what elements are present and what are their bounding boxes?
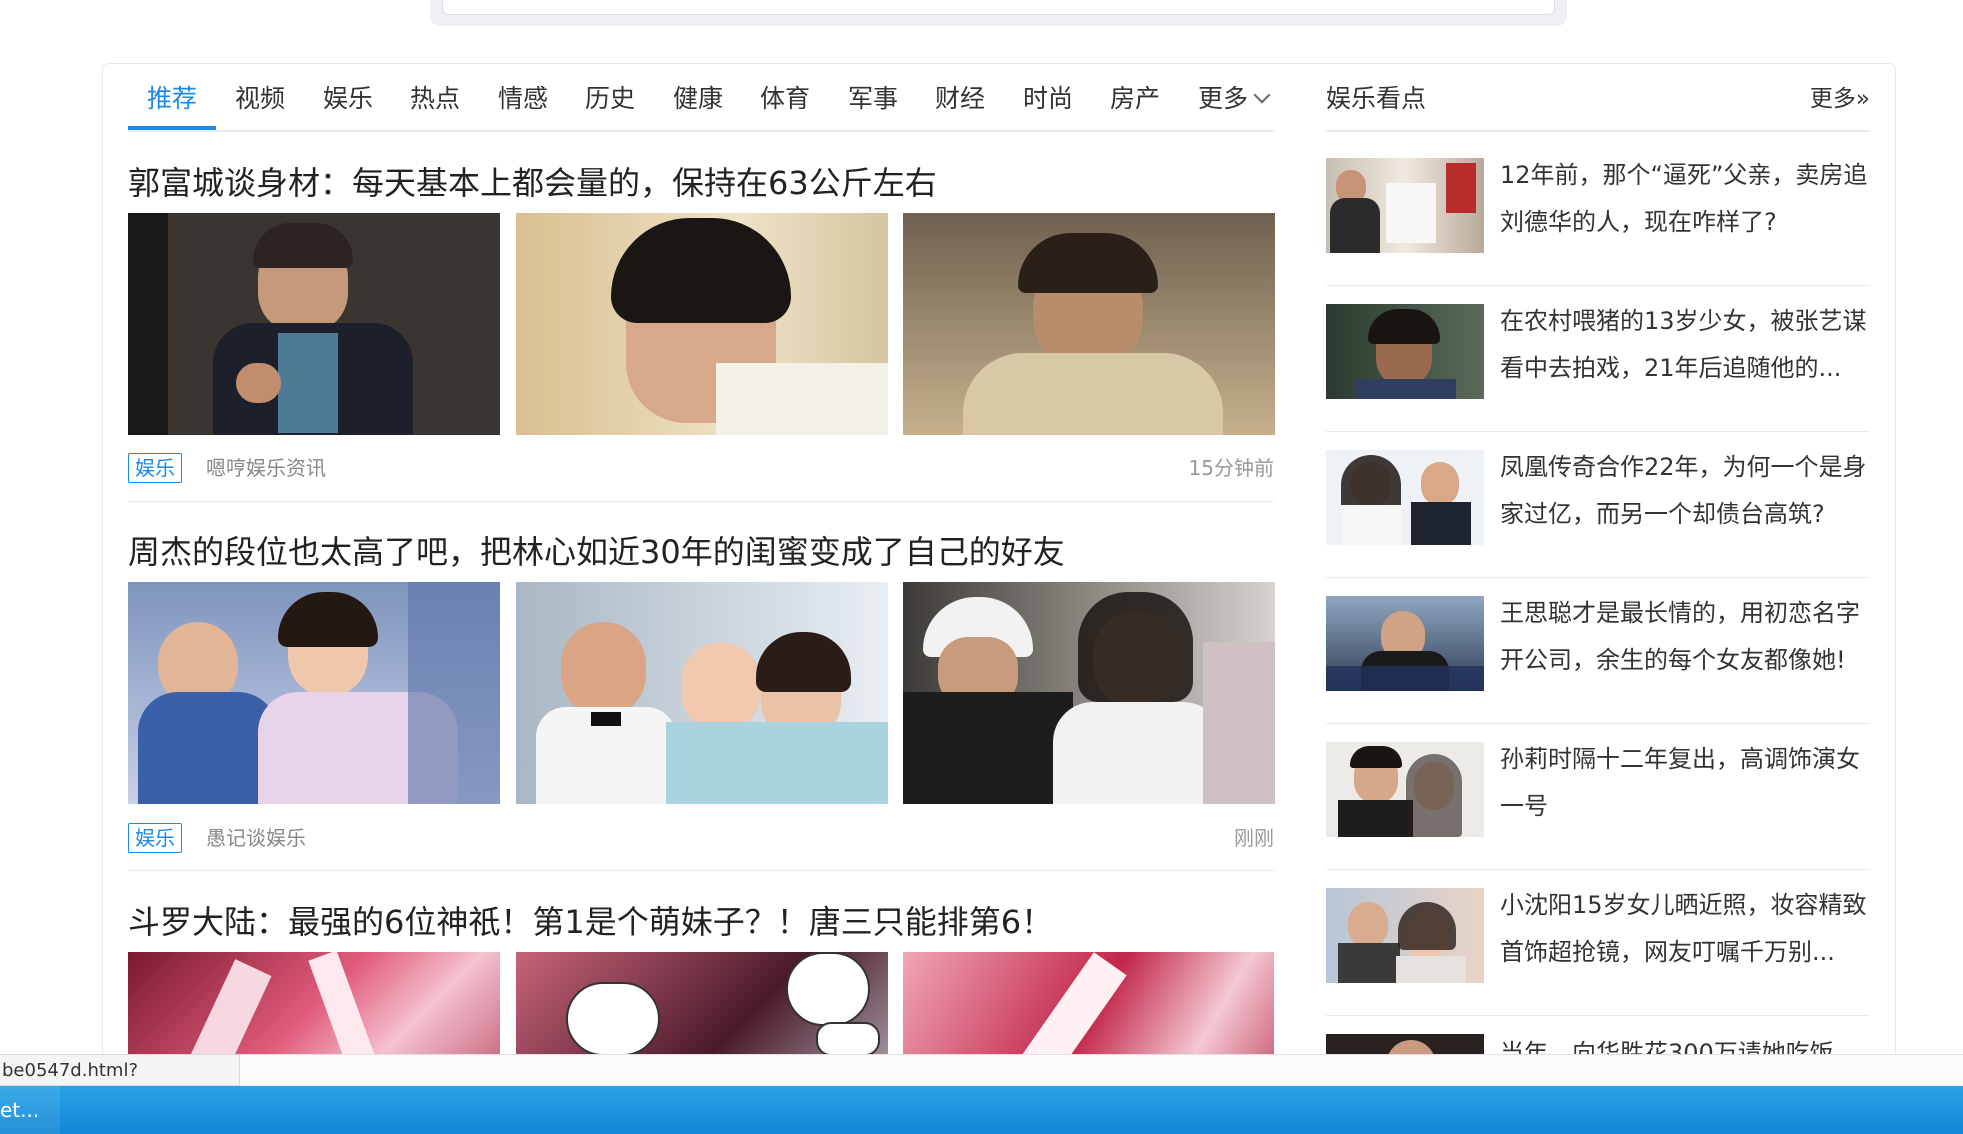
category-tag[interactable]: 娱乐 [128, 453, 182, 483]
news-thumbnail [1326, 304, 1484, 399]
article-title[interactable]: 周杰的段位也太高了吧，把林心如近30年的闺蜜变成了自己的好友 [128, 527, 1065, 573]
sidebar-news-item[interactable]: 小沈阳15岁女儿晒近照，妆容精致首饰超抢镜，网友叮嘱千万别... [1326, 870, 1870, 1016]
news-headline: 王思聪才是最长情的，用初恋名字开公司，余生的每个女友都像她! [1500, 599, 1860, 674]
article-time: 15分钟前 [1188, 456, 1274, 480]
article-image[interactable] [516, 952, 888, 1054]
sidebar-news-item[interactable]: 当年，向华胜花300万请她吃饭 [1326, 1016, 1870, 1054]
article-image[interactable] [903, 582, 1275, 804]
tab-video[interactable]: 视频 [232, 80, 288, 128]
tab-finance[interactable]: 财经 [932, 80, 988, 128]
news-headline: 凤凰传奇合作22年，为何一个是身家过亿，而另一个却债台高筑? [1500, 453, 1867, 528]
sidebar-news-item[interactable]: 凤凰传奇合作22年，为何一个是身家过亿，而另一个却债台高筑? [1326, 432, 1870, 578]
taskbar-app-button[interactable]: et... [0, 1086, 60, 1134]
news-headline: 当年，向华胜花300万请她吃饭 [1500, 1039, 1834, 1054]
news-thumbnail [1326, 1034, 1484, 1054]
tab-recommend[interactable]: 推荐 [128, 80, 216, 130]
news-headline: 在农村喂猪的13岁少女，被张艺谋看中去拍戏，21年后追随他的... [1500, 307, 1867, 382]
article-source[interactable]: 嗯哼娱乐资讯 [206, 453, 326, 483]
search-bar-container [430, 0, 1567, 26]
browser-status-area [0, 1054, 1963, 1087]
tab-emotion[interactable]: 情感 [495, 80, 551, 128]
sidebar-header: 娱乐看点 更多» [1326, 80, 1870, 132]
tab-realestate[interactable]: 房产 [1107, 80, 1163, 128]
sidebar-news-item[interactable]: 在农村喂猪的13岁少女，被张艺谋看中去拍戏，21年后追随他的... [1326, 286, 1870, 432]
sidebar-title: 娱乐看点 [1326, 84, 1427, 113]
article-image[interactable] [516, 213, 888, 435]
article-image[interactable] [128, 213, 500, 435]
article-title[interactable]: 斗罗大陆：最强的6位神祇！第1是个萌妹子？！唐三只能排第6！ [128, 897, 1053, 943]
tab-entertainment[interactable]: 娱乐 [320, 80, 376, 128]
article-meta: 娱乐 嗯哼娱乐资讯 15分钟前 [128, 451, 1274, 487]
status-bar-url: be0547d.html?from=sgxxl [0, 1054, 240, 1113]
tab-hot[interactable]: 热点 [407, 80, 463, 128]
sidebar-more-link[interactable]: 更多» [1810, 80, 1870, 118]
search-input[interactable] [442, 0, 1555, 15]
news-headline: 孙莉时隔十二年复出，高调饰演女一号 [1500, 745, 1860, 820]
article-time: 刚刚 [1234, 826, 1274, 850]
divider [128, 870, 1274, 871]
article-image[interactable] [903, 952, 1274, 1054]
category-tag[interactable]: 娱乐 [128, 823, 182, 853]
article-image[interactable] [128, 952, 500, 1054]
sidebar-news-item[interactable]: 12年前，那个“逼死”父亲，卖房追刘德华的人，现在咋样了? [1326, 140, 1870, 286]
tab-fashion[interactable]: 时尚 [1020, 80, 1076, 128]
sidebar-news-item[interactable]: 孙莉时隔十二年复出，高调饰演女一号 [1326, 724, 1870, 870]
article-meta: 娱乐 愚记谈娱乐 刚刚 [128, 821, 1274, 857]
news-headline: 12年前，那个“逼死”父亲，卖房追刘德华的人，现在咋样了? [1500, 161, 1868, 236]
chevron-down-icon [1253, 86, 1271, 104]
tab-sports[interactable]: 体育 [757, 80, 813, 128]
article-card: 郭富城谈身材：每天基本上都会量的，保持在63公斤左右 娱乐 嗯哼娱乐资讯 15分… [128, 158, 1275, 498]
news-thumbnail [1326, 742, 1484, 837]
article-source[interactable]: 愚记谈娱乐 [206, 823, 306, 853]
news-thumbnail [1326, 888, 1484, 983]
news-thumbnail [1326, 158, 1484, 253]
article-card: 斗罗大陆：最强的6位神祇！第1是个萌妹子？！唐三只能排第6！ [128, 897, 1274, 1054]
news-headline: 小沈阳15岁女儿晒近照，妆容精致首饰超抢镜，网友叮嘱千万别... [1500, 891, 1867, 966]
article-title[interactable]: 郭富城谈身材：每天基本上都会量的，保持在63公斤左右 [128, 158, 937, 204]
sidebar-news-item[interactable]: 王思聪才是最长情的，用初恋名字开公司，余生的每个女友都像她! [1326, 578, 1870, 724]
news-thumbnail [1326, 596, 1484, 691]
article-image[interactable] [128, 582, 500, 804]
article-image[interactable] [516, 582, 888, 804]
tab-history[interactable]: 历史 [582, 80, 638, 128]
article-card: 周杰的段位也太高了吧，把林心如近30年的闺蜜变成了自己的好友 娱乐 愚记谈娱乐 … [128, 527, 1275, 867]
tab-health[interactable]: 健康 [670, 80, 726, 128]
taskbar: et... [0, 1086, 1963, 1134]
tab-military[interactable]: 军事 [845, 80, 901, 128]
news-thumbnail [1326, 450, 1484, 545]
category-tabs: 推荐 视频 娱乐 热点 情感 历史 健康 体育 军事 财经 时尚 房产 更多 [128, 80, 1274, 132]
divider [128, 501, 1274, 502]
article-image[interactable] [903, 213, 1275, 435]
tab-more-label: 更多 [1198, 84, 1249, 113]
tab-more[interactable]: 更多 [1198, 80, 1280, 128]
